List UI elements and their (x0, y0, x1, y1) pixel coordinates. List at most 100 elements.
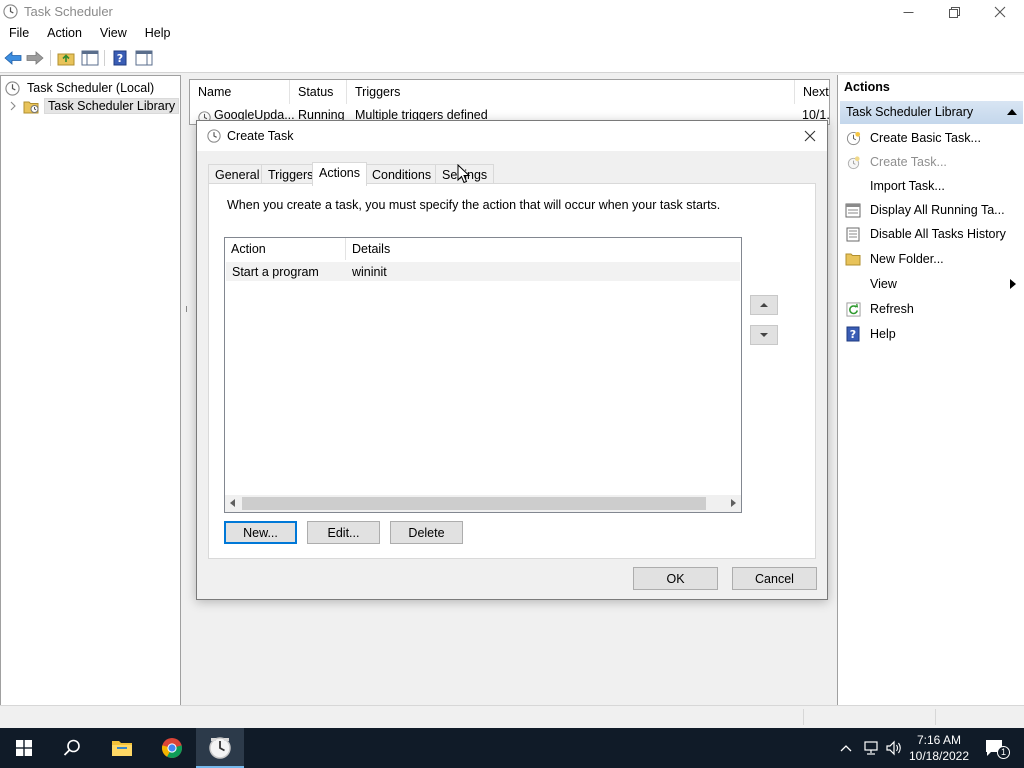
forward-button[interactable] (25, 48, 45, 68)
chevron-up-icon (840, 745, 852, 752)
action-disable-history[interactable]: Disable All Tasks History (838, 223, 1024, 245)
action-label: New Folder... (870, 252, 944, 266)
action-pane-icon (135, 50, 153, 66)
expand-chevron-icon[interactable] (9, 101, 17, 111)
system-clock[interactable]: 7:16 AM 10/18/2022 (904, 732, 974, 764)
show-hide-action-pane-button[interactable] (134, 48, 154, 68)
dialog-title: Create Task (227, 129, 294, 143)
tree-item-label: Task Scheduler Library (44, 98, 180, 114)
action-display-running[interactable]: Display All Running Ta... (838, 199, 1024, 221)
action-center-button[interactable]: 1 (980, 728, 1010, 768)
menu-file[interactable]: File (0, 24, 38, 44)
menu-bar: File Action View Help (0, 24, 1024, 44)
svg-text:?: ? (117, 52, 123, 65)
restore-button[interactable] (931, 0, 977, 24)
menu-action[interactable]: Action (38, 24, 91, 44)
ok-button[interactable]: OK (633, 567, 718, 590)
action-refresh[interactable]: Refresh (838, 298, 1024, 320)
actions-section-library[interactable]: Task Scheduler Library (840, 101, 1023, 124)
task-list: Name Status Triggers Next GoogleUpda... … (189, 79, 830, 125)
actions-header: Actions (838, 75, 1024, 99)
create-basic-task-icon (845, 130, 861, 146)
action-help[interactable]: ? Help (838, 323, 1024, 345)
column-header-name[interactable]: Name (190, 80, 290, 104)
scroll-thumb[interactable] (242, 497, 706, 510)
move-up-button[interactable] (750, 295, 778, 315)
tab-general[interactable]: General (208, 164, 267, 185)
dialog-close-button[interactable] (793, 121, 827, 151)
search-button[interactable] (48, 728, 96, 768)
action-import-task[interactable]: Import Task... (838, 175, 1024, 197)
taskbar-file-explorer[interactable] (98, 728, 146, 768)
pane-splitter[interactable] (184, 76, 189, 704)
scroll-right-icon[interactable] (731, 499, 736, 507)
console-tree: Task Scheduler (Local) Task Scheduler Li… (0, 75, 181, 706)
new-action-button[interactable]: New... (224, 521, 297, 544)
up-folder-button[interactable] (56, 48, 76, 68)
close-button[interactable] (977, 0, 1023, 24)
minimize-button[interactable] (885, 0, 931, 24)
column-header-triggers[interactable]: Triggers (347, 80, 795, 104)
action-label: Display All Running Ta... (870, 203, 1005, 217)
action-view[interactable]: View (838, 273, 1024, 295)
table-row[interactable]: Start a program wininit (226, 262, 740, 281)
clock-icon (5, 80, 20, 96)
delete-action-button[interactable]: Delete (390, 521, 463, 544)
tree-item-library[interactable]: Task Scheduler Library (9, 97, 180, 115)
svg-text:?: ? (850, 328, 856, 341)
tree-item-label: Task Scheduler (Local) (27, 81, 155, 95)
column-header-next[interactable]: Next (795, 80, 829, 104)
dialog-title-bar: Create Task (197, 121, 827, 151)
task-scheduler-icon (3, 4, 18, 19)
help-toolbar-button[interactable]: ? (110, 48, 130, 68)
up-arrow-icon (760, 303, 768, 307)
tab-actions[interactable]: Actions (312, 162, 367, 186)
status-bar (0, 705, 1024, 728)
title-bar: Task Scheduler (0, 0, 1024, 24)
start-button[interactable] (0, 728, 48, 768)
actions-pane: Actions Task Scheduler Library Create Ba… (837, 75, 1024, 706)
refresh-icon (845, 301, 861, 317)
tasks-history-icon (845, 226, 861, 242)
action-label: Create Basic Task... (870, 131, 981, 145)
show-hide-console-tree-button[interactable] (80, 48, 100, 68)
edit-action-button[interactable]: Edit... (307, 521, 380, 544)
taskbar: 7:16 AM 10/18/2022 1 (0, 728, 1024, 768)
action-create-basic-task[interactable]: Create Basic Task... (838, 127, 1024, 149)
cancel-button[interactable]: Cancel (732, 567, 817, 590)
action-create-task[interactable]: Create Task... (838, 151, 1024, 173)
action-label: Refresh (870, 302, 914, 316)
horizontal-scrollbar[interactable] (225, 495, 741, 512)
action-label: Import Task... (870, 179, 945, 193)
scroll-left-icon[interactable] (230, 499, 235, 507)
grid-header-details[interactable]: Details (346, 238, 741, 260)
window-title: Task Scheduler (24, 4, 113, 19)
file-explorer-icon (112, 741, 132, 756)
library-folder-icon (23, 101, 39, 113)
speaker-icon (886, 740, 901, 756)
notification-badge: 1 (997, 746, 1010, 759)
toolbar-separator (104, 50, 105, 66)
action-new-folder[interactable]: New Folder... (838, 248, 1024, 270)
tab-conditions[interactable]: Conditions (365, 164, 439, 185)
column-header-status[interactable]: Status (290, 80, 347, 104)
taskbar-task-scheduler[interactable] (196, 728, 244, 768)
clock-time: 7:16 AM (916, 733, 962, 747)
console-tree-icon (81, 50, 99, 66)
actions-section-label: Task Scheduler Library (846, 105, 974, 119)
network-button[interactable] (860, 728, 882, 768)
row-action: Start a program (232, 265, 319, 279)
show-hidden-icons-button[interactable] (836, 728, 856, 768)
taskbar-chrome[interactable] (148, 728, 196, 768)
menu-view[interactable]: View (91, 24, 136, 44)
back-button[interactable] (3, 48, 23, 68)
menu-help[interactable]: Help (136, 24, 180, 44)
volume-button[interactable] (884, 728, 904, 768)
grid-header-action[interactable]: Action (225, 238, 346, 260)
action-label: View (870, 277, 897, 291)
running-tasks-icon (845, 202, 861, 218)
tree-item-local[interactable]: Task Scheduler (Local) (5, 79, 157, 97)
help-book-icon: ? (113, 50, 127, 66)
move-down-button[interactable] (750, 325, 778, 345)
close-icon (804, 130, 816, 142)
